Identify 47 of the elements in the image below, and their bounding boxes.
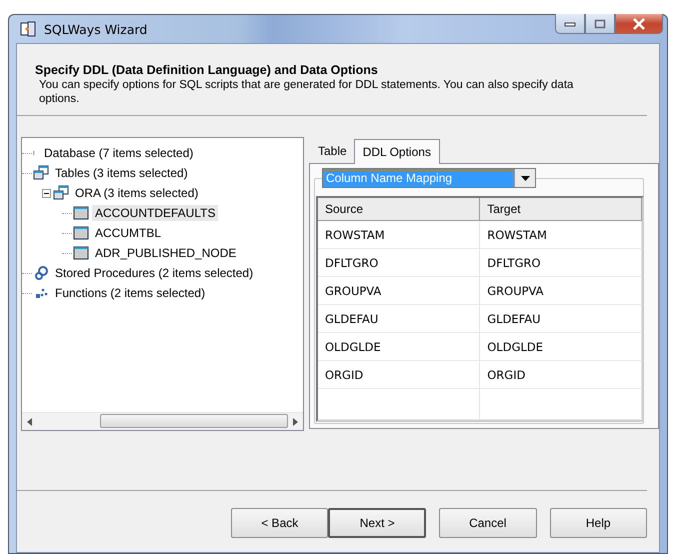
table-icon bbox=[73, 225, 89, 241]
wizard-button[interactable]: Cancel bbox=[439, 508, 536, 538]
maximize-icon bbox=[594, 18, 606, 28]
table-cell: GLDEFAU bbox=[480, 304, 642, 332]
collapse-icon[interactable] bbox=[42, 188, 51, 198]
minimize-button[interactable] bbox=[555, 14, 585, 34]
tree-item[interactable]: Stored Procedures (2 items selected) bbox=[52, 265, 256, 281]
column-header[interactable]: Target bbox=[480, 198, 642, 220]
tables-icon bbox=[53, 185, 69, 201]
table-cell: DFLTGRO bbox=[318, 248, 480, 276]
scrollbar-thumb[interactable] bbox=[100, 414, 288, 428]
page-description: You can specify options for SQL scripts that are generated for DDL statements. You can also specify data options. bbox=[38, 78, 574, 106]
close-icon bbox=[632, 18, 646, 30]
horizontal-scrollbar[interactable] bbox=[22, 412, 303, 430]
table-cell: ORGID bbox=[318, 360, 480, 388]
close-button[interactable] bbox=[615, 14, 663, 34]
table-cell: DFLTGRO bbox=[480, 248, 642, 276]
table-cell: ORGID bbox=[480, 360, 642, 388]
tree-item[interactable]: ADR_PUBLISHED_NODE bbox=[92, 245, 240, 261]
tab[interactable]: Table bbox=[311, 140, 354, 163]
wizard-button[interactable]: Next > bbox=[328, 508, 426, 538]
wizard-button[interactable]: < Back bbox=[231, 508, 328, 538]
maximize-button[interactable] bbox=[585, 14, 615, 34]
tree-item[interactable]: ORA (3 items selected) bbox=[72, 185, 202, 201]
table-cell: OLDGLDE bbox=[480, 332, 642, 360]
window-title: SQLWays Wizard bbox=[44, 22, 148, 36]
table-icon bbox=[73, 205, 89, 221]
column-header[interactable]: Source bbox=[318, 198, 480, 220]
tab[interactable]: DDL Options bbox=[354, 139, 440, 164]
table-cell: GROUPVA bbox=[480, 276, 642, 304]
tree-item[interactable]: Database (7 items selected) bbox=[41, 145, 196, 161]
table-cell: GLDEFAU bbox=[318, 304, 480, 332]
table-icon bbox=[73, 245, 89, 261]
table-cell: ROWSTAM bbox=[480, 220, 642, 248]
dropdown-value: Column Name Mapping bbox=[323, 169, 514, 187]
tree-item[interactable]: ACCUMTBL bbox=[92, 225, 164, 241]
tree-item[interactable]: ACCOUNTDEFAULTS bbox=[92, 205, 218, 221]
minimize-icon bbox=[564, 20, 576, 26]
table-cell: ROWSTAM bbox=[318, 220, 480, 248]
tree-item[interactable]: Functions (2 items selected) bbox=[52, 285, 208, 301]
tree-item[interactable]: Tables (3 items selected) bbox=[52, 165, 191, 181]
table-cell: GROUPVA bbox=[318, 276, 480, 304]
table-cell: OLDGLDE bbox=[318, 332, 480, 360]
wizard-icon bbox=[19, 20, 37, 38]
page-heading: Specify DDL (Data Definition Language) and Data Options bbox=[35, 63, 379, 77]
wizard-button[interactable]: Help bbox=[550, 508, 647, 538]
tables-icon bbox=[33, 165, 49, 181]
